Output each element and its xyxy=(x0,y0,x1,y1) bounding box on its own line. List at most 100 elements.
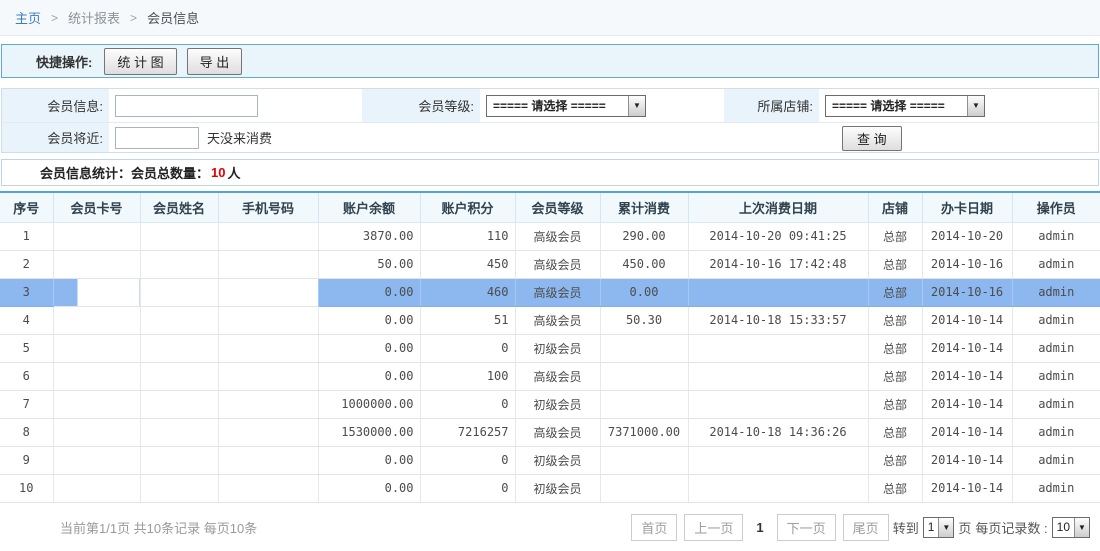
table-cell: 0.00 xyxy=(318,446,420,474)
table-cell xyxy=(688,390,868,418)
table-cell: 2014-10-20 09:41:25 xyxy=(688,222,868,250)
goto-page-value: 1 xyxy=(924,520,939,534)
filter-panel: 会员信息: 会员等级: ===== 请选择 ===== ▼ 所属店铺: ====… xyxy=(1,88,1099,153)
member-info-input[interactable] xyxy=(115,95,258,117)
table-row[interactable]: 50.000初级会员总部2014-10-14admin xyxy=(0,334,1100,362)
table-row[interactable]: 13870.00110高级会员290.002014-10-20 09:41:25… xyxy=(0,222,1100,250)
store-select[interactable]: ===== 请选择 ===== ▼ xyxy=(825,95,985,117)
member-level-label: 会员等级: xyxy=(362,89,480,122)
page-suffix-label: 页 xyxy=(958,518,971,537)
table-cell xyxy=(600,446,688,474)
current-page-number: 1 xyxy=(756,520,763,535)
column-header: 手机号码 xyxy=(218,192,318,222)
column-header: 序号 xyxy=(0,192,53,222)
table-cell xyxy=(218,278,318,306)
table-cell: admin xyxy=(1012,334,1100,362)
next-page-button[interactable]: 下一页 xyxy=(777,514,836,541)
table-cell: 高级会员 xyxy=(515,362,600,390)
store-select-value: ===== 请选择 ===== xyxy=(826,97,951,114)
table-cell: 2014-10-14 xyxy=(922,334,1012,362)
table-cell xyxy=(688,278,868,306)
table-cell: admin xyxy=(1012,278,1100,306)
export-button[interactable]: 导 出 xyxy=(187,48,243,75)
member-table: 序号会员卡号会员姓名手机号码账户余额账户积分会员等级累计消费上次消费日期店铺办卡… xyxy=(0,191,1100,503)
table-cell: 0.00 xyxy=(318,306,420,334)
table-row[interactable]: 81530000.007216257高级会员7371000.002014-10-… xyxy=(0,418,1100,446)
table-cell xyxy=(688,362,868,390)
table-cell xyxy=(140,418,218,446)
table-cell: 2014-10-14 xyxy=(922,474,1012,502)
table-cell: 9 xyxy=(0,446,53,474)
table-cell xyxy=(218,306,318,334)
table-cell xyxy=(140,250,218,278)
breadcrumb: 主页 > 统计报表 > 会员信息 xyxy=(0,0,1100,36)
footer: 当前第1/1页 共10条记录 每页10条 首页 上一页 1 下一页 尾页 转到 … xyxy=(0,503,1100,541)
table-cell: 2014-10-14 xyxy=(922,306,1012,334)
table-cell: 50.30 xyxy=(600,306,688,334)
table-cell xyxy=(140,390,218,418)
table-row[interactable]: 250.00450高级会员450.002014-10-16 17:42:48总部… xyxy=(0,250,1100,278)
table-cell: 10 xyxy=(0,474,53,502)
table-cell xyxy=(600,362,688,390)
table-cell xyxy=(53,446,140,474)
table-cell: 7371000.00 xyxy=(600,418,688,446)
table-cell xyxy=(600,474,688,502)
table-cell: 0 xyxy=(420,474,515,502)
column-header: 账户余额 xyxy=(318,192,420,222)
search-button[interactable]: 查 询 xyxy=(842,126,902,151)
table-cell: 0 xyxy=(420,446,515,474)
table-row[interactable]: 40.0051高级会员50.302014-10-18 15:33:57总部201… xyxy=(0,306,1100,334)
table-cell: 0.00 xyxy=(600,278,688,306)
table-row[interactable]: 90.000初级会员总部2014-10-14admin xyxy=(0,446,1100,474)
table-cell: 初级会员 xyxy=(515,390,600,418)
table-cell: 0 xyxy=(420,390,515,418)
table-row[interactable]: 60.00100高级会员总部2014-10-14admin xyxy=(0,362,1100,390)
days-input[interactable] xyxy=(115,127,199,149)
breadcrumb-separator-icon: > xyxy=(130,11,137,25)
table-header-row: 序号会员卡号会员姓名手机号码账户余额账户积分会员等级累计消费上次消费日期店铺办卡… xyxy=(0,192,1100,222)
table-cell: 2014-10-18 14:36:26 xyxy=(688,418,868,446)
table-row[interactable]: 100.000初级会员总部2014-10-14admin xyxy=(0,474,1100,502)
table-cell: 7216257 xyxy=(420,418,515,446)
breadcrumb-reports-link[interactable]: 统计报表 xyxy=(68,8,120,27)
table-cell xyxy=(53,418,140,446)
table-cell: 高级会员 xyxy=(515,222,600,250)
table-cell: 高级会员 xyxy=(515,418,600,446)
table-cell: 0.00 xyxy=(318,362,420,390)
table-cell: 4 xyxy=(0,306,53,334)
stats-suffix: 人 xyxy=(227,163,240,182)
table-cell xyxy=(140,222,218,250)
table-cell: 总部 xyxy=(868,334,922,362)
column-header: 办卡日期 xyxy=(922,192,1012,222)
table-cell xyxy=(688,446,868,474)
table-cell: admin xyxy=(1012,474,1100,502)
per-page-select[interactable]: 10 ▼ xyxy=(1052,517,1090,538)
table-cell xyxy=(218,390,318,418)
column-header: 会员等级 xyxy=(515,192,600,222)
member-level-select[interactable]: ===== 请选择 ===== ▼ xyxy=(486,95,646,117)
member-info-cell xyxy=(109,89,362,122)
table-cell: 2 xyxy=(0,250,53,278)
table-cell: admin xyxy=(1012,446,1100,474)
table-cell: 0 xyxy=(420,334,515,362)
pagination: 首页 上一页 1 下一页 尾页 转到 1 ▼ 页 每页记录数 : 10 ▼ xyxy=(624,514,1090,541)
table-cell: 51 xyxy=(420,306,515,334)
table-cell xyxy=(218,474,318,502)
table-cell xyxy=(53,474,140,502)
table-cell xyxy=(218,222,318,250)
first-page-button[interactable]: 首页 xyxy=(631,514,677,541)
table-cell xyxy=(140,306,218,334)
table-row[interactable]: 71000000.000初级会员总部2014-10-14admin xyxy=(0,390,1100,418)
last-page-button[interactable]: 尾页 xyxy=(843,514,889,541)
table-cell xyxy=(140,334,218,362)
table-cell xyxy=(140,446,218,474)
breadcrumb-home-link[interactable]: 主页 xyxy=(15,8,41,27)
breadcrumb-current-page: 会员信息 xyxy=(147,8,199,27)
goto-page-select[interactable]: 1 ▼ xyxy=(923,517,955,538)
table-row[interactable]: 30.00460高级会员0.00总部2014-10-16admin xyxy=(0,278,1100,306)
chart-button[interactable]: 统 计 图 xyxy=(104,48,176,75)
table-cell xyxy=(53,334,140,362)
table-cell: 总部 xyxy=(868,306,922,334)
quick-actions-label: 快捷操作: xyxy=(36,52,92,71)
prev-page-button[interactable]: 上一页 xyxy=(684,514,743,541)
